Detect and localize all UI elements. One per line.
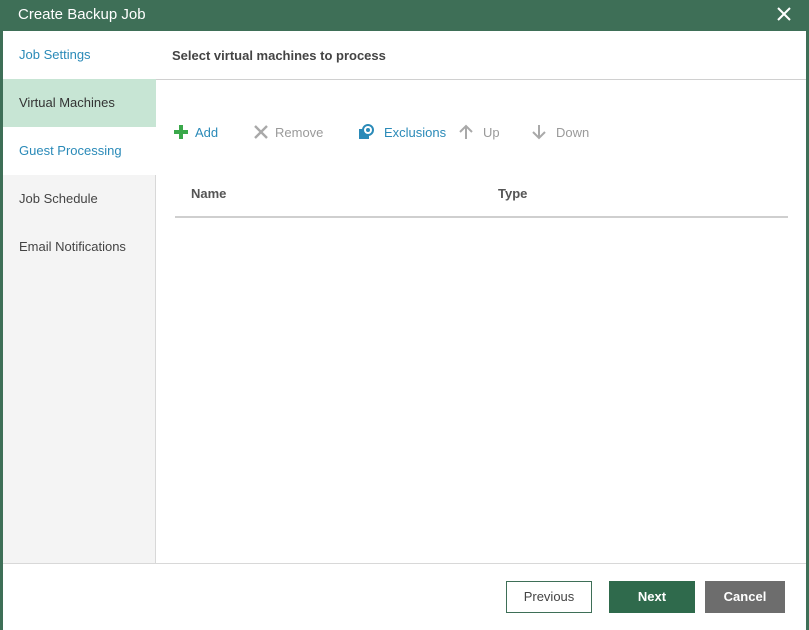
sidebar-item-guest-processing[interactable]: Guest Processing [3,127,156,175]
vm-grid-header: Name Type [175,180,788,218]
step-header: Select virtual machines to process [156,31,806,80]
sidebar-item-label: Job Schedule [19,191,98,206]
sidebar-item-virtual-machines[interactable]: Virtual Machines [3,79,164,127]
vm-grid-body[interactable] [175,220,788,560]
remove-label: Remove [275,125,324,140]
sidebar-item-label: Email Notifications [19,239,126,254]
sidebar-item-label: Guest Processing [19,143,122,158]
cancel-button[interactable]: Cancel [705,581,785,613]
step-header-text: Select virtual machines to process [172,48,386,63]
add-label: Add [195,125,219,140]
down-label: Down [556,125,590,140]
column-header-name[interactable]: Name [191,186,226,201]
column-header-type[interactable]: Type [498,186,527,201]
up-label: Up [483,125,500,140]
title-bar: Create Backup Job [0,0,809,31]
active-step-pointer [156,95,164,111]
wizard-steps-sidebar: Job Settings Virtual Machines Guest Proc… [3,31,164,563]
create-backup-job-dialog: Create Backup Job Job Settings Virtual M… [0,0,809,630]
exclusions-label: Exclusions [384,125,447,140]
sidebar-item-label: Virtual Machines [19,95,115,110]
arrow-down-icon [532,125,546,140]
arrow-up-icon [459,124,473,139]
sidebar-item-job-schedule[interactable]: Job Schedule [3,175,156,223]
close-icon[interactable] [773,3,795,25]
plus-icon [174,125,188,139]
sidebar-item-job-settings[interactable]: Job Settings [3,31,156,79]
sidebar-item-email-notifications[interactable]: Email Notifications [3,223,156,271]
previous-button[interactable]: Previous [506,581,592,613]
exclusions-icon [359,124,374,139]
x-icon [254,125,268,139]
dialog-footer: Previous Next Cancel [3,563,806,630]
dialog-title: Create Backup Job [18,6,146,23]
next-button[interactable]: Next [609,581,695,613]
sidebar-item-label: Job Settings [19,47,91,62]
